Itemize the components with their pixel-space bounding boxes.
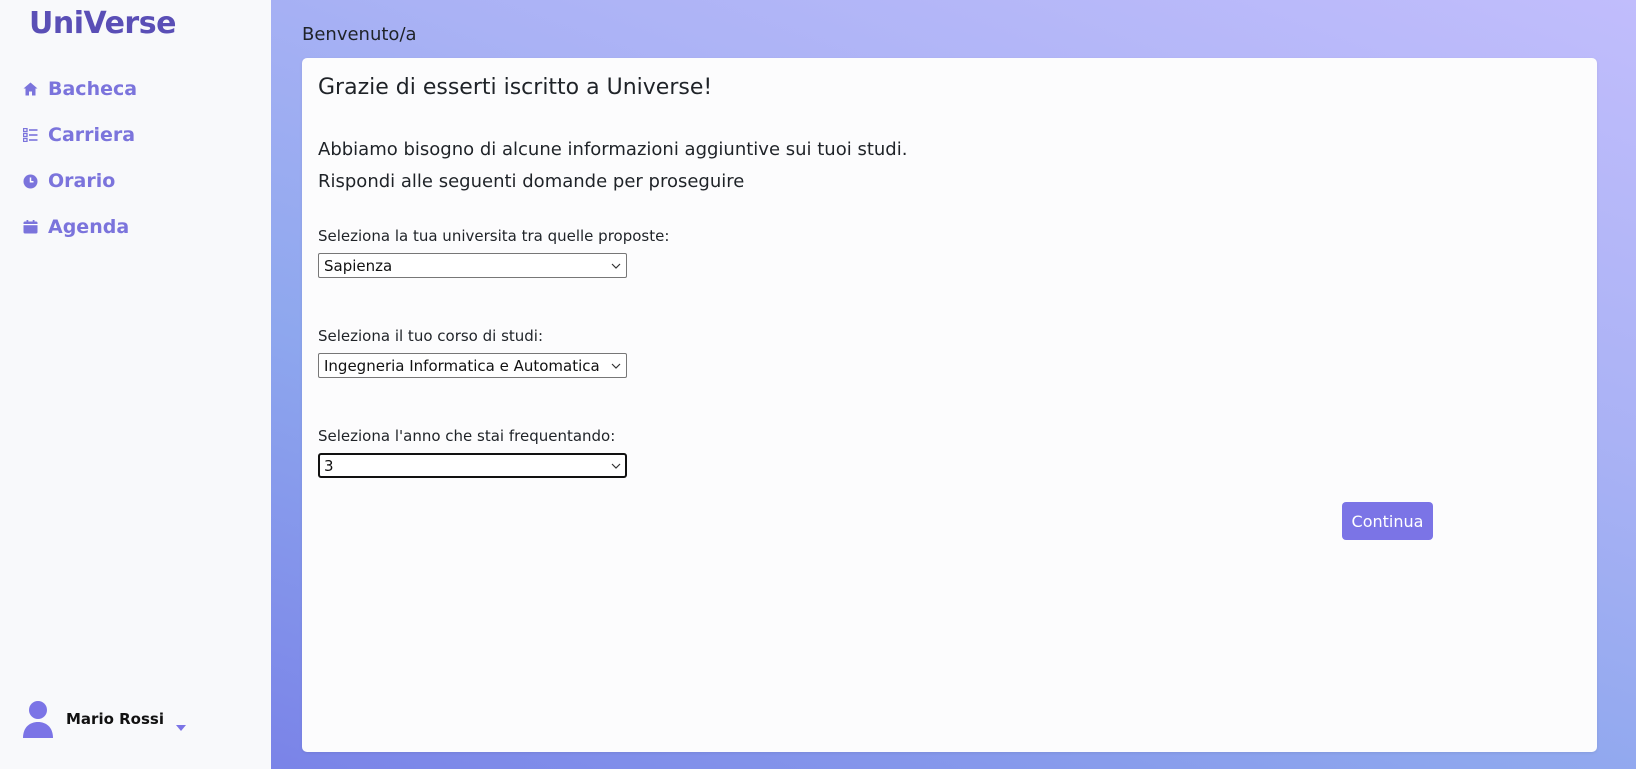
card-subtitle: Rispondi alle seguenti domande per prose… xyxy=(318,171,745,192)
chevron-down-icon xyxy=(611,263,621,269)
course-value: Ingegneria Informatica e Automatica xyxy=(324,356,600,375)
sidebar-item-label: Carriera xyxy=(48,124,136,146)
sidebar: UniVerse Bacheca Carriera Orario Agenda … xyxy=(0,0,271,769)
main-area: Benvenuto/a Grazie di esserti iscritto a… xyxy=(271,0,1636,769)
onboarding-card: Grazie di esserti iscritto a Universe! A… xyxy=(302,58,1597,752)
university-select[interactable]: Sapienza xyxy=(318,253,627,278)
sidebar-item-label: Bacheca xyxy=(48,78,138,100)
university-label: Seleziona la tua universita tra quelle p… xyxy=(318,227,670,245)
user-menu[interactable]: Mario Rossi xyxy=(22,700,186,738)
chevron-down-icon xyxy=(611,463,621,469)
user-avatar-icon xyxy=(22,700,56,738)
chevron-down-icon xyxy=(611,363,621,369)
sidebar-item-carriera[interactable]: Carriera xyxy=(22,112,137,158)
sidebar-item-agenda[interactable]: Agenda xyxy=(22,204,137,250)
year-select[interactable]: 3 xyxy=(318,453,627,478)
home-icon xyxy=(22,81,38,97)
user-name: Mario Rossi xyxy=(66,710,164,728)
sidebar-item-orario[interactable]: Orario xyxy=(22,158,137,204)
app-logo[interactable]: UniVerse xyxy=(29,6,176,41)
sidebar-item-label: Agenda xyxy=(48,216,130,238)
university-value: Sapienza xyxy=(324,256,393,275)
continue-button[interactable]: Continua xyxy=(1342,502,1433,540)
clock-icon xyxy=(22,173,38,189)
chevron-down-icon xyxy=(175,716,186,731)
card-subtitle: Abbiamo bisogno di alcune informazioni a… xyxy=(318,139,908,160)
calendar-icon xyxy=(22,219,38,235)
year-value: 3 xyxy=(324,456,334,475)
year-label: Seleziona l'anno che stai frequentando: xyxy=(318,427,616,445)
course-select[interactable]: Ingegneria Informatica e Automatica xyxy=(318,353,627,378)
sidebar-item-bacheca[interactable]: Bacheca xyxy=(22,66,137,112)
course-label: Seleziona il tuo corso di studi: xyxy=(318,327,544,345)
sidebar-item-label: Orario xyxy=(48,170,116,192)
sidebar-nav: Bacheca Carriera Orario Agenda xyxy=(22,66,137,250)
list-icon xyxy=(22,127,38,143)
card-title: Grazie di esserti iscritto a Universe! xyxy=(318,75,713,100)
page-greeting: Benvenuto/a xyxy=(302,24,417,45)
